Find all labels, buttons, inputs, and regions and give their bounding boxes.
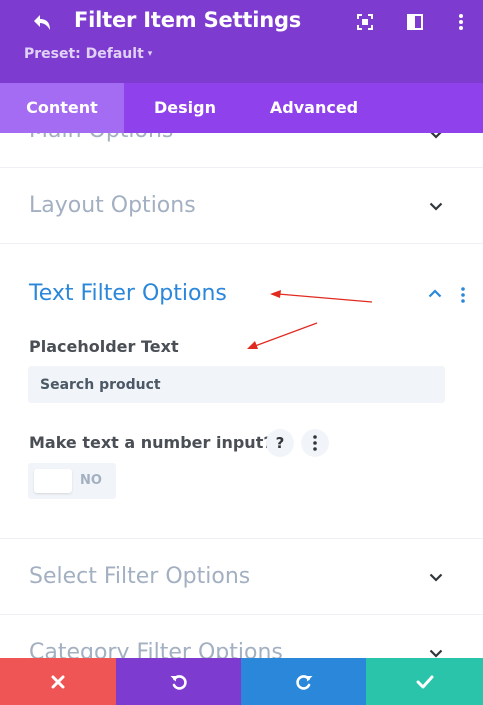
check-icon: [416, 675, 433, 688]
split-view-icon[interactable]: [406, 13, 424, 31]
field-options-button[interactable]: [301, 429, 329, 457]
toggle-knob: [34, 469, 72, 493]
section-select-filter-options[interactable]: Select Filter Options: [0, 539, 483, 615]
number-input-toggle[interactable]: NO: [28, 463, 116, 499]
tab-content[interactable]: Content: [0, 83, 124, 133]
chevron-down-icon[interactable]: [429, 202, 443, 211]
page-title: Filter Item Settings: [74, 8, 302, 32]
more-vertical-icon[interactable]: [452, 13, 470, 31]
preset-label: Preset: Default: [24, 46, 144, 62]
section-title: Main Options: [29, 133, 173, 143]
preset-selector[interactable]: Preset: Default ▾: [24, 46, 152, 62]
caret-down-icon: ▾: [147, 49, 153, 59]
expand-icon[interactable]: [356, 13, 374, 31]
tab-advanced[interactable]: Advanced: [246, 83, 382, 133]
cancel-button[interactable]: [0, 658, 116, 705]
save-button[interactable]: [366, 658, 483, 705]
footer-actions: [0, 658, 483, 705]
toggle-state-label: NO: [80, 473, 102, 488]
chevron-up-icon[interactable]: [428, 289, 442, 298]
redo-icon: [295, 674, 312, 690]
tab-bar: Content Design Advanced: [0, 83, 483, 133]
chevron-down-icon[interactable]: [429, 649, 443, 658]
chevron-down-icon[interactable]: [429, 133, 443, 139]
section-main-options[interactable]: Main Options: [0, 133, 483, 168]
section-title: Layout Options: [29, 193, 196, 218]
redo-button[interactable]: [241, 658, 366, 705]
section-category-filter-options[interactable]: Category Filter Options: [0, 615, 483, 658]
placeholder-text-input[interactable]: [28, 366, 445, 403]
section-title: Select Filter Options: [29, 564, 251, 589]
section-layout-options[interactable]: Layout Options: [0, 168, 483, 244]
tab-design[interactable]: Design: [124, 83, 246, 133]
placeholder-text-label: Placeholder Text: [29, 337, 179, 356]
undo-icon: [170, 674, 187, 690]
help-button[interactable]: ?: [266, 429, 294, 457]
number-input-label: Make text a number input?: [29, 433, 273, 452]
section-title: Category Filter Options: [29, 640, 283, 658]
undo-button[interactable]: [116, 658, 241, 705]
undo-arrow-icon[interactable]: [28, 10, 54, 36]
close-icon: [51, 675, 65, 688]
more-vertical-icon[interactable]: [460, 287, 466, 303]
settings-header: Filter Item Settings Preset: Default ▾: [0, 0, 483, 83]
section-title-active[interactable]: Text Filter Options: [29, 281, 227, 306]
more-vertical-icon: [313, 435, 317, 451]
chevron-down-icon[interactable]: [429, 573, 443, 582]
